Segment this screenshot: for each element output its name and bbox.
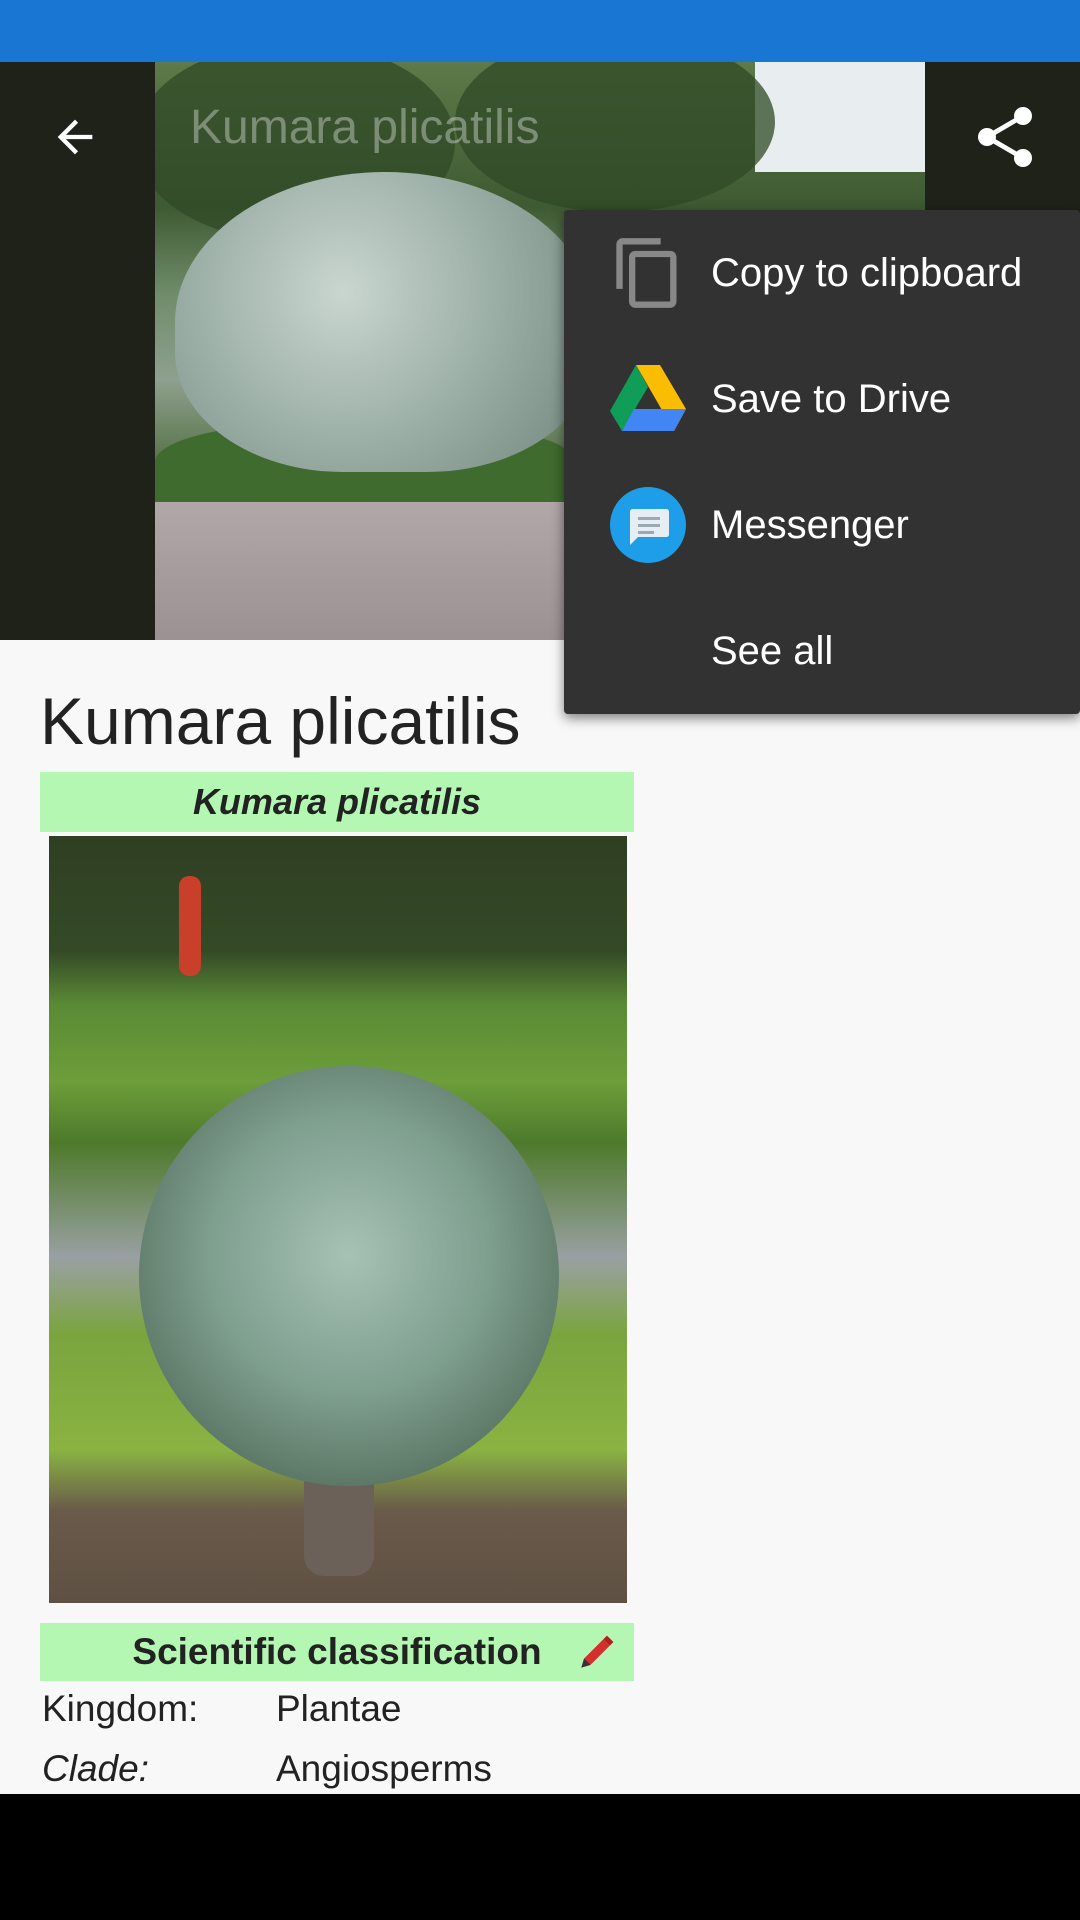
- share-button[interactable]: [930, 62, 1080, 212]
- pencil-icon[interactable]: [574, 1631, 618, 1675]
- share-option-messenger[interactable]: Messenger: [564, 462, 1080, 588]
- copy-icon: [608, 233, 688, 313]
- share-option-label: See all: [711, 628, 834, 673]
- classification-header-label: Scientific classification: [132, 1631, 542, 1672]
- infobox-title: Kumara plicatilis: [40, 772, 634, 832]
- share-menu: Copy to clipboard Save to Drive Messenge…: [564, 210, 1080, 714]
- share-option-copy[interactable]: Copy to clipboard: [564, 210, 1080, 336]
- arrow-left-icon: [57, 119, 93, 155]
- share-option-label: Copy to clipboard: [711, 250, 1023, 295]
- classification-rank-clade: Clade:: [42, 1748, 149, 1789]
- share-option-drive[interactable]: Save to Drive: [564, 336, 1080, 462]
- classification-value-kingdom[interactable]: Plantae: [276, 1688, 402, 1730]
- toolbar-title: Kumara plicatilis: [190, 101, 540, 154]
- page-title: Kumara plicatilis: [40, 684, 521, 758]
- share-option-see-all[interactable]: See all: [564, 588, 1080, 714]
- status-bar: [0, 0, 1080, 62]
- back-button[interactable]: [0, 62, 150, 212]
- classification-rank-kingdom: Kingdom:: [42, 1688, 199, 1729]
- messenger-icon: [608, 485, 688, 565]
- share-icon: [978, 107, 1032, 167]
- google-drive-icon: [608, 359, 688, 439]
- share-option-label: Save to Drive: [711, 376, 952, 421]
- classification-header: Scientific classification: [40, 1623, 634, 1681]
- navigation-bar: [0, 1794, 1080, 1920]
- infobox-image[interactable]: [49, 836, 627, 1603]
- share-option-label: Messenger: [711, 502, 909, 547]
- classification-value-clade[interactable]: Angiosperms: [276, 1748, 492, 1790]
